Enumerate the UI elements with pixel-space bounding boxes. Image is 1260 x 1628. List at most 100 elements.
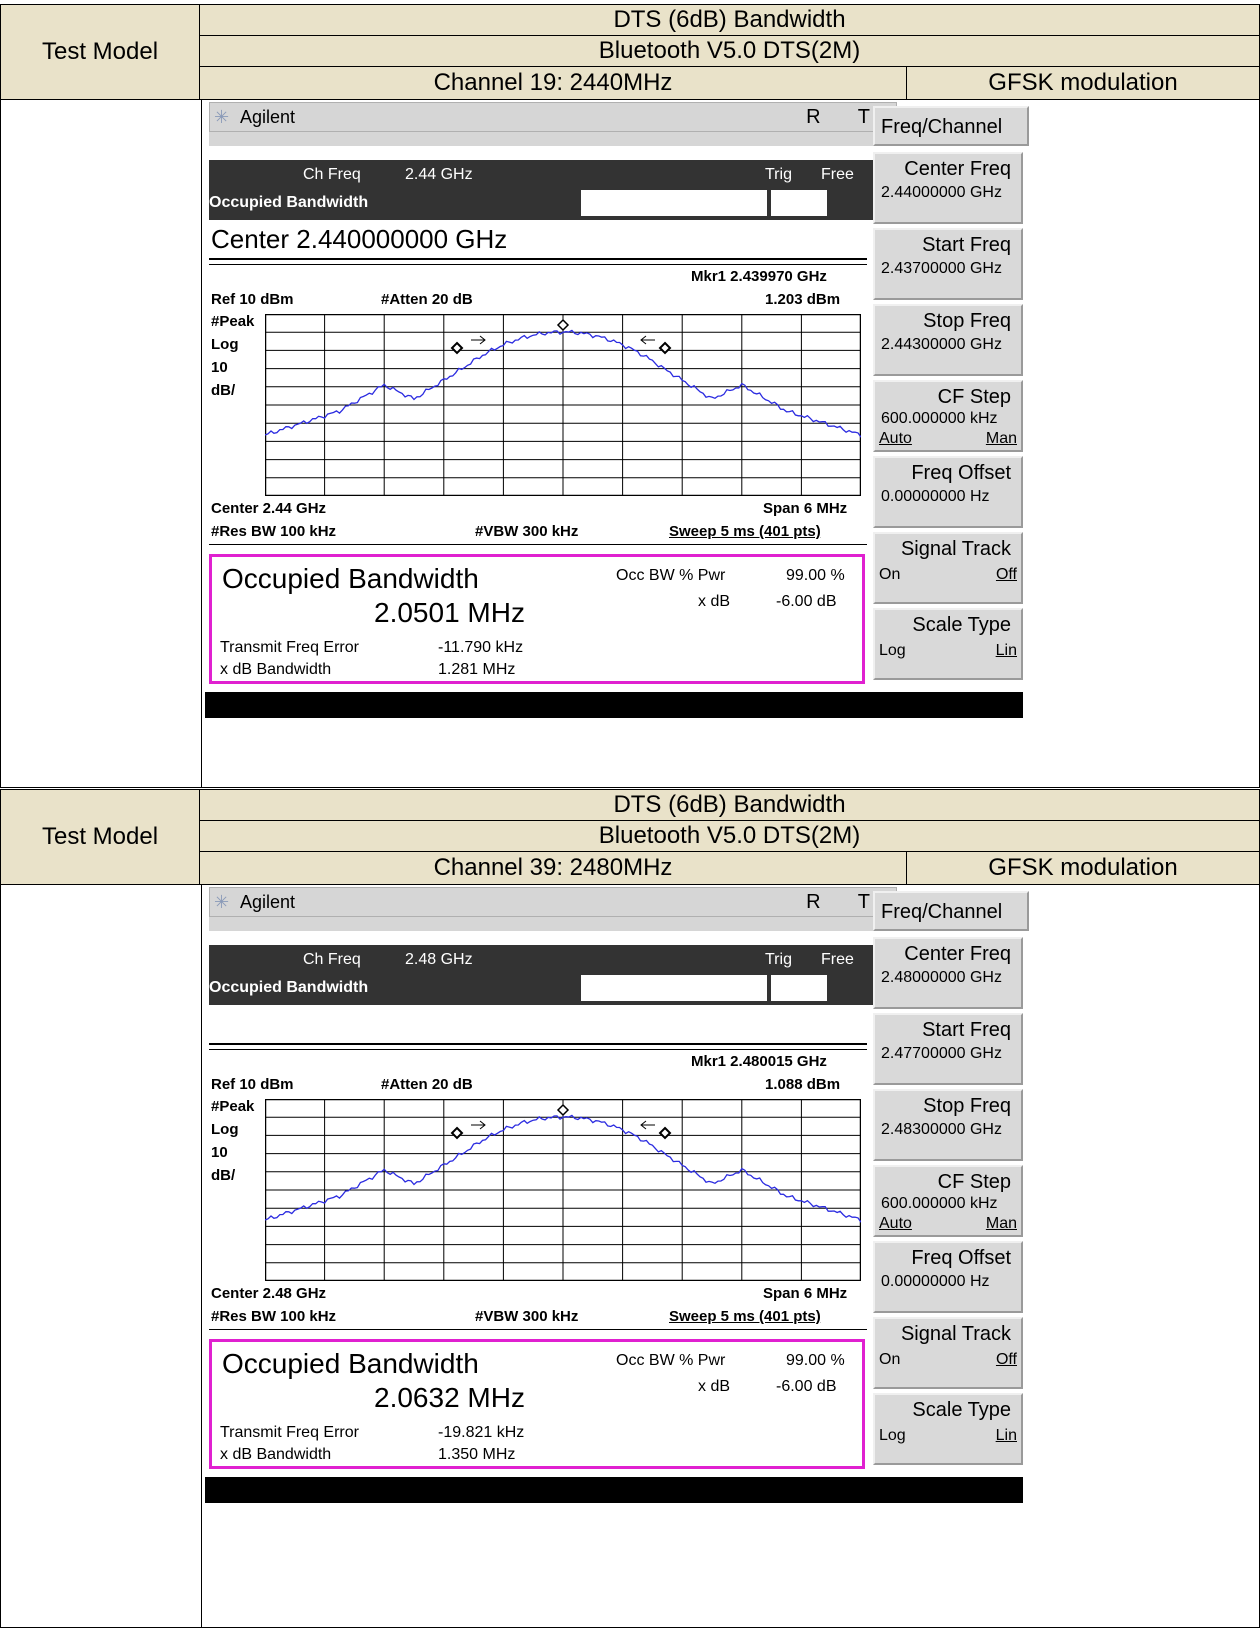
- softkey-label: Scale Type: [912, 1399, 1011, 1421]
- header-modulation: GFSK modulation: [906, 851, 1260, 885]
- occupied-bandwidth-panel: Occupied Bandwidth 2.0501 MHz Occ BW % P…: [209, 554, 865, 684]
- status-box-1: [581, 190, 767, 216]
- occ-bw-value: 99.00 %: [786, 567, 845, 584]
- softkey-stop-freq[interactable]: Stop Freq 2.48300000 GHz: [873, 1089, 1023, 1161]
- scale-log-label: Log: [211, 1121, 239, 1138]
- softkey-label: Freq/Channel: [881, 901, 1003, 923]
- auto-option[interactable]: Auto: [879, 430, 912, 448]
- softkey-label: CF Step: [937, 1171, 1011, 1193]
- softkey-value: 600.000000 kHz: [881, 1195, 998, 1212]
- table-header: Test Model DTS (6dB) Bandwidth Bluetooth…: [0, 789, 1260, 885]
- softkey-center-freq[interactable]: Center Freq 2.44000000 GHz: [873, 152, 1023, 224]
- analyzer-title-bar: ✳ Agilent R T: [209, 102, 897, 132]
- trig-value: Free: [821, 951, 854, 968]
- ch-freq-value: 2.44 GHz: [405, 166, 473, 183]
- status-bar: [205, 1477, 1023, 1503]
- softkey-start-freq[interactable]: Start Freq 2.43700000 GHz: [873, 228, 1023, 300]
- xdb-bandwidth-value: 1.350 MHz: [438, 1446, 516, 1463]
- xdb-label: x dB: [698, 593, 731, 610]
- softkey-scale-type[interactable]: Scale Type Log Lin: [873, 608, 1023, 680]
- on-option[interactable]: On: [879, 566, 900, 584]
- divider-line: [209, 1329, 867, 1330]
- softkey-label: Freq Offset: [911, 462, 1011, 484]
- softkey-label: Start Freq: [922, 234, 1011, 256]
- brand-name: Agilent: [240, 892, 296, 912]
- header-channel: Channel 19: 2440MHz: [199, 66, 907, 100]
- measurement-header: Ch Freq 2.44 GHz Trig Free Occupied Band…: [209, 160, 897, 220]
- analyzer-screenshot: ✳ Agilent R T Ch Freq 2.48 GHz Trig Free…: [205, 887, 1061, 1531]
- test-model-label: Test Model: [0, 789, 200, 885]
- divider-line: [209, 258, 867, 260]
- softkey-freq-offset[interactable]: Freq Offset 0.00000000 Hz: [873, 1241, 1023, 1313]
- softkey-signal-track[interactable]: Signal Track On Off: [873, 532, 1023, 604]
- agilent-logo-icon: ✳: [214, 107, 230, 127]
- ref-level: Ref 10 dBm: [211, 1076, 294, 1093]
- marker-readout: Mkr1 2.439970 GHz: [691, 268, 827, 285]
- occ-bw-label: Occ BW % Pwr: [616, 1352, 726, 1369]
- center-freq-label: Center 2.48 GHz: [211, 1285, 327, 1302]
- obw-title: Occupied Bandwidth: [222, 563, 479, 594]
- status-box-2: [771, 190, 827, 216]
- ch-freq-label: Ch Freq: [303, 951, 361, 968]
- rbw-label: #Res BW 100 kHz: [211, 1308, 337, 1325]
- ch-freq-label: Ch Freq: [303, 166, 361, 183]
- softkey-freq-channel[interactable]: Freq/Channel: [873, 891, 1029, 931]
- softkey-cf-step[interactable]: CF Step 600.000000 kHz Auto Man: [873, 1165, 1023, 1237]
- softkey-value: 2.48300000 GHz: [881, 1121, 1002, 1138]
- center-frequency-display: Center 2.440000000 GHz: [211, 224, 508, 254]
- occ-bw-label: Occ BW % Pwr: [616, 567, 726, 584]
- softkey-label: Center Freq: [904, 158, 1011, 180]
- xdb-label: x dB: [698, 1378, 731, 1395]
- agilent-logo-icon: ✳: [214, 892, 230, 912]
- sweep-label: Sweep 5 ms (401 pts): [669, 1308, 821, 1325]
- on-option[interactable]: On: [879, 1351, 900, 1369]
- tfe-label: Transmit Freq Error: [220, 639, 359, 656]
- man-option[interactable]: Man: [986, 1215, 1017, 1233]
- tfe-value: -19.821 kHz: [438, 1424, 525, 1441]
- tfe-value: -11.790 kHz: [438, 639, 524, 656]
- man-option[interactable]: Man: [986, 430, 1017, 448]
- softkey-start-freq[interactable]: Start Freq 2.47700000 GHz: [873, 1013, 1023, 1085]
- measurement-name: Occupied Bandwidth: [209, 194, 369, 211]
- trig-label: Trig: [765, 166, 792, 183]
- status-box-2: [771, 975, 827, 1001]
- softkey-scale-type[interactable]: Scale Type Log Lin: [873, 1393, 1023, 1465]
- marker-amplitude: 1.088 dBm: [765, 1076, 841, 1093]
- table-body: ✳ Agilent R T Ch Freq 2.44 GHz Trig Free…: [0, 100, 1260, 788]
- xdb-bandwidth-label: x dB Bandwidth: [220, 1446, 332, 1463]
- lin-option[interactable]: Lin: [996, 642, 1017, 660]
- log-option[interactable]: Log: [879, 642, 906, 660]
- softkey-value: 2.44000000 GHz: [881, 184, 1002, 201]
- softkey-label: Stop Freq: [923, 310, 1011, 332]
- xdb-bandwidth-label: x dB Bandwidth: [220, 661, 332, 678]
- analyzer-screenshot: ✳ Agilent R T Ch Freq 2.44 GHz Trig Free…: [205, 102, 1061, 746]
- auto-option[interactable]: Auto: [879, 1215, 912, 1233]
- off-option[interactable]: Off: [996, 1351, 1017, 1369]
- span-label: Span 6 MHz: [763, 1285, 848, 1302]
- grey-strip: [209, 132, 897, 146]
- lin-option[interactable]: Lin: [996, 1427, 1017, 1445]
- softkey-stop-freq[interactable]: Stop Freq 2.44300000 GHz: [873, 304, 1023, 376]
- marker-readout: Mkr1 2.480015 GHz: [691, 1053, 827, 1070]
- log-option[interactable]: Log: [879, 1427, 906, 1445]
- softkey-signal-track[interactable]: Signal Track On Off: [873, 1317, 1023, 1389]
- analyzer-title-bar: ✳ Agilent R T: [209, 887, 897, 917]
- column-divider: [201, 885, 202, 1627]
- softkey-center-freq[interactable]: Center Freq 2.48000000 GHz: [873, 937, 1023, 1009]
- softkey-freq-offset[interactable]: Freq Offset 0.00000000 Hz: [873, 456, 1023, 528]
- scale-unit-label: dB/: [211, 382, 236, 399]
- result-block-1: Test Model DTS (6dB) Bandwidth Bluetooth…: [0, 4, 1260, 788]
- softkey-label: Signal Track: [900, 538, 1011, 560]
- xdb-bandwidth-value: 1.281 MHz: [438, 661, 516, 678]
- spectrum-trace-plot: [265, 314, 861, 496]
- softkey-cf-step[interactable]: CF Step 600.000000 kHz Auto Man: [873, 380, 1023, 452]
- softkey-freq-channel[interactable]: Freq/Channel: [873, 106, 1029, 146]
- trig-value: Free: [821, 166, 854, 183]
- attenuation: #Atten 20 dB: [381, 291, 473, 308]
- softkey-label: Signal Track: [900, 1323, 1011, 1345]
- off-option[interactable]: Off: [996, 566, 1017, 584]
- trig-label: Trig: [765, 951, 792, 968]
- ch-freq-value: 2.48 GHz: [405, 951, 473, 968]
- table-header: Test Model DTS (6dB) Bandwidth Bluetooth…: [0, 4, 1260, 100]
- detector-label: #Peak: [211, 1098, 255, 1115]
